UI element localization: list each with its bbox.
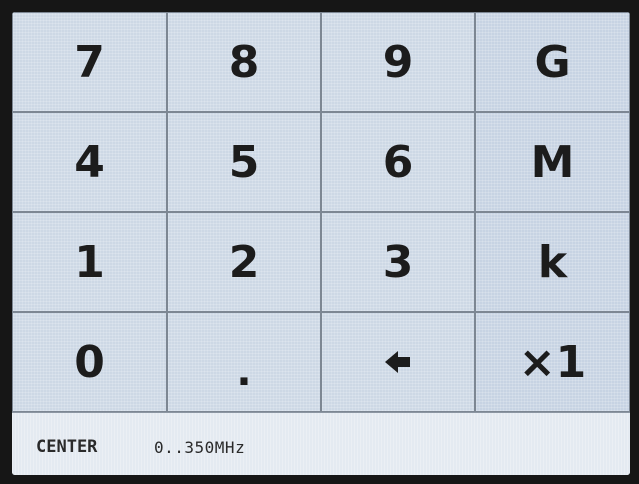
key-mega[interactable]: M [475,112,630,212]
key-2[interactable]: 2 [167,212,321,312]
key-kilo[interactable]: k [475,212,630,312]
status-bar: CENTER 0..350MHz [12,412,630,475]
key-0[interactable]: 0 [12,312,167,412]
key-1[interactable]: 1 [12,212,167,312]
key-times-one[interactable]: ×1 [475,312,630,412]
key-5[interactable]: 5 [167,112,321,212]
backspace-arrow-icon [385,351,410,373]
device-bezel: 7 8 9 G 4 5 6 M 1 2 3 k 0 . ×1 CENTER 0.… [0,0,639,484]
key-7[interactable]: 7 [12,12,167,112]
decimal-point-label: . [236,349,252,395]
key-6[interactable]: 6 [321,112,475,212]
key-8[interactable]: 8 [167,12,321,112]
key-backspace[interactable] [321,312,475,412]
key-giga[interactable]: G [475,12,630,112]
parameter-range: 0..350MHz [154,438,246,457]
key-4[interactable]: 4 [12,112,167,212]
parameter-label: CENTER [36,437,98,457]
numeric-keypad: 7 8 9 G 4 5 6 M 1 2 3 k 0 . ×1 [12,12,630,412]
touch-screen: 7 8 9 G 4 5 6 M 1 2 3 k 0 . ×1 CENTER 0.… [12,12,630,475]
key-9[interactable]: 9 [321,12,475,112]
key-decimal-point[interactable]: . [167,312,321,412]
key-3[interactable]: 3 [321,212,475,312]
